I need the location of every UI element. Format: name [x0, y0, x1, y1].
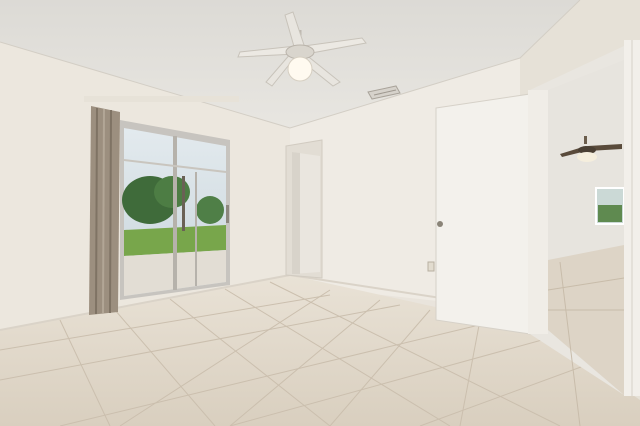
wall-outlet-icon — [427, 261, 435, 272]
curtain — [89, 106, 120, 315]
room-photo — [0, 0, 640, 426]
closet-doorway[interactable] — [285, 139, 323, 279]
curtain-rod — [84, 96, 239, 102]
door-icon[interactable] — [435, 93, 533, 335]
door-knob[interactable] — [437, 221, 443, 227]
sliding-door-icon[interactable] — [120, 120, 230, 300]
